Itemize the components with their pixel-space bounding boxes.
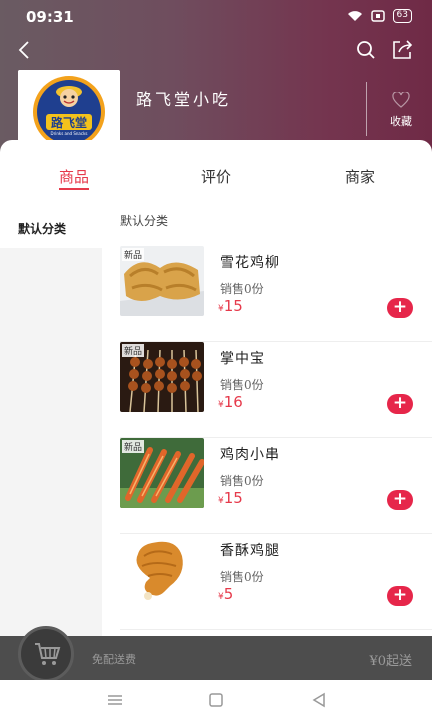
favorite-label: 收藏 [390, 115, 412, 128]
favorite-button[interactable]: 收藏 [376, 92, 426, 129]
status-bar: 09:31 63 [0, 0, 432, 30]
new-badge: 新品 [122, 440, 145, 453]
shop-name: 路飞堂小吃 [136, 90, 232, 109]
price-value: 5 [223, 585, 234, 603]
cart-button[interactable] [18, 626, 74, 682]
min-order-amount: ¥0起送 [369, 654, 412, 669]
price-value: 16 [223, 393, 243, 411]
battery-icon: 63 [392, 9, 412, 23]
product-sales: 销售0份 [220, 474, 264, 488]
product-name: 雪花鸡柳 [220, 255, 280, 271]
divider [120, 629, 432, 630]
product-sales: 销售0份 [220, 282, 264, 296]
product-item[interactable]: 新品 鸡肉小串 销售0份 ¥15 + [102, 438, 432, 534]
product-price: ¥15 [218, 296, 243, 315]
product-price: ¥16 [218, 392, 243, 411]
add-to-cart-button[interactable]: + [387, 586, 413, 606]
system-navigation-bar [0, 680, 432, 720]
product-name: 鸡肉小串 [220, 447, 280, 463]
menu-icon[interactable] [106, 692, 124, 708]
share-icon[interactable] [390, 38, 416, 62]
main-panel: 商品 评价 商家 默认分类 默认分类 新品 雪花鸡柳 销售0份 ¥15 + 新品… [0, 140, 432, 636]
price-value: 15 [223, 489, 243, 507]
add-to-cart-button[interactable]: + [387, 490, 413, 510]
product-list: 默认分类 新品 雪花鸡柳 销售0份 ¥15 + 新品 掌中宝 销售0份 ¥16 … [102, 196, 432, 636]
sidebar-item-default[interactable]: 默认分类 [0, 206, 102, 248]
category-title: 默认分类 [120, 214, 169, 228]
tab-products[interactable]: 商品 [34, 166, 114, 187]
tab-reviews[interactable]: 评价 [176, 166, 256, 187]
product-item[interactable]: 新品 雪花鸡柳 销售0份 ¥15 + [102, 246, 432, 342]
shop-logo: 路飞堂 Drinks and Snacks [18, 70, 120, 150]
product-image [120, 534, 204, 604]
price-value: 15 [223, 297, 243, 315]
product-sales: 销售0份 [220, 378, 264, 392]
active-tab-indicator [59, 188, 89, 190]
product-price: ¥15 [218, 488, 243, 507]
add-to-cart-button[interactable]: + [387, 394, 413, 414]
home-icon[interactable] [207, 692, 225, 708]
product-image: 新品 [120, 342, 204, 412]
product-name: 香酥鸡腿 [220, 543, 280, 559]
cart-bar: 免配送费 ¥0起送 [0, 626, 432, 682]
shopping-cart-icon [35, 643, 61, 665]
back-triangle-icon[interactable] [310, 692, 328, 708]
status-time: 09:31 [26, 8, 74, 26]
header-nav [0, 34, 432, 68]
product-image: 新品 [120, 246, 204, 316]
product-image: 新品 [120, 438, 204, 508]
add-to-cart-button[interactable]: + [387, 298, 413, 318]
search-icon[interactable] [354, 38, 378, 62]
heart-icon [392, 92, 410, 108]
product-sales: 销售0份 [220, 570, 264, 584]
product-item[interactable]: 香酥鸡腿 销售0份 ¥5 + [102, 534, 432, 630]
divider [366, 82, 367, 136]
product-name: 掌中宝 [220, 351, 265, 367]
tab-bar: 商品 评价 商家 [0, 166, 432, 196]
delivery-fee: 免配送费 [92, 653, 136, 666]
product-item[interactable]: 新品 掌中宝 销售0份 ¥16 + [102, 342, 432, 438]
shop-logo-subtext: Drinks and Snacks [50, 131, 88, 136]
sim-icon [370, 10, 385, 22]
tab-merchant[interactable]: 商家 [320, 166, 400, 187]
wifi-icon [347, 10, 363, 22]
new-badge: 新品 [122, 344, 145, 357]
shop-logo-text: 路飞堂 [50, 116, 87, 130]
status-icons: 63 [347, 9, 412, 23]
back-icon[interactable] [14, 38, 38, 62]
new-badge: 新品 [122, 248, 145, 261]
category-sidebar: 默认分类 [0, 206, 102, 636]
product-price: ¥5 [218, 584, 233, 603]
